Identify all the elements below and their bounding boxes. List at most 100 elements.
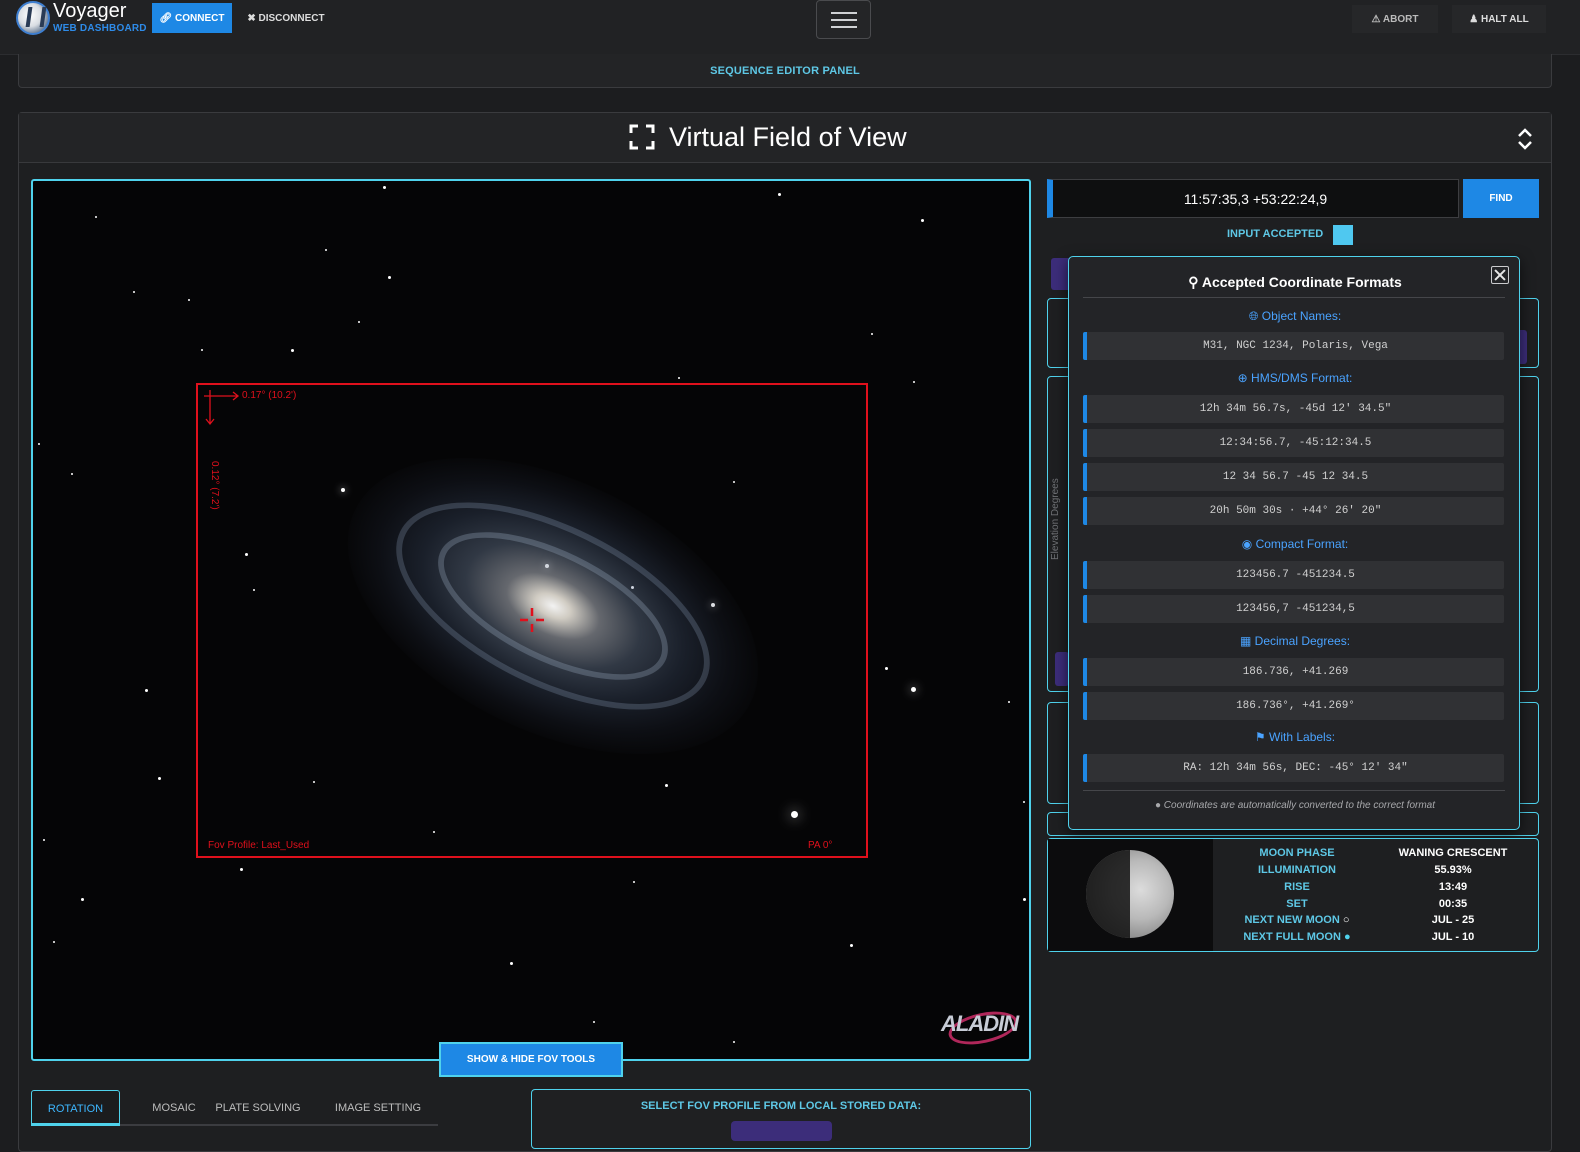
virtual-fov-header: Virtual Field of View — [19, 113, 1551, 163]
connect-button[interactable]: 🔗︎ CONNECT — [152, 3, 232, 33]
star — [358, 321, 360, 323]
fov-profile-label: Fov Profile: Last_Used — [208, 840, 310, 851]
star — [1023, 898, 1026, 901]
format-example: 12:34:56.7, -45:12:34.5 — [1083, 429, 1504, 457]
format-example: M31, NGC 1234, Polaris, Vega — [1083, 332, 1504, 360]
format-example: RA: 12h 34m 56s, DEC: -45° 12' 34" — [1083, 754, 1504, 782]
show-hide-fov-tools-button[interactable]: SHOW & HIDE FOV TOOLS — [439, 1042, 623, 1077]
format-example: 12h 34m 56.7s, -45d 12' 34.5" — [1083, 395, 1504, 423]
section-compact: ◉ Compact Format: — [1069, 537, 1521, 551]
link-icon: 🔗︎ — [159, 12, 173, 24]
divider — [1083, 790, 1505, 791]
set-value: 00:35 — [1438, 898, 1468, 910]
star — [43, 839, 45, 841]
popup-footer: ● Coordinates are automatically converte… — [1069, 800, 1521, 811]
hamburger-icon-bar — [831, 19, 857, 21]
sequence-editor-label: SEQUENCE EDITOR PANEL — [710, 65, 860, 77]
moon-phase-key: MOON PHASE — [1259, 847, 1335, 859]
next-new-moon-value: JUL - 25 — [1431, 914, 1475, 926]
illumination-value: 55.93% — [1434, 864, 1472, 876]
illumination-key: ILLUMINATION — [1257, 864, 1336, 876]
star — [678, 377, 680, 379]
star — [921, 219, 924, 222]
tags-icon: ⚑ — [1254, 730, 1266, 744]
star — [81, 898, 84, 901]
hamburger-icon-bar — [831, 26, 857, 28]
halt-label: HALT ALL — [1480, 13, 1529, 25]
halt-all-button[interactable]: ♟ HALT ALL — [1452, 5, 1546, 33]
star — [133, 291, 135, 293]
star — [145, 689, 148, 692]
star — [158, 777, 161, 780]
star — [240, 868, 243, 871]
find-button[interactable]: FIND — [1463, 179, 1539, 218]
tab-rotation[interactable]: ROTATION — [31, 1090, 120, 1126]
coordinate-formats-popup: ⚲ Accepted Coordinate Formats 🌐︎ Object … — [1068, 256, 1520, 830]
menu-toggle-button[interactable] — [816, 0, 871, 39]
chevron-up-down-icon[interactable] — [1515, 127, 1535, 151]
abort-button[interactable]: ⚠ ABORT — [1352, 5, 1438, 33]
moon-image — [1048, 839, 1213, 951]
section-with-labels: ⚑ With Labels: — [1069, 730, 1521, 744]
star — [593, 1021, 595, 1023]
star — [510, 962, 513, 965]
sequence-editor-panel[interactable]: SEQUENCE EDITOR PANEL — [18, 54, 1552, 88]
tab-image-setting[interactable]: IMAGE SETTING — [318, 1090, 438, 1126]
elevation-axis-label: Elevation Degrees — [1050, 478, 1061, 560]
next-full-moon-value: JUL - 10 — [1431, 931, 1475, 943]
star — [911, 687, 916, 692]
top-bar: Voyager WEB DASHBOARD 🔗︎ CONNECT ✖ DISCO… — [0, 0, 1580, 55]
next-full-moon-label: NEXT FULL MOON — [1243, 931, 1341, 943]
unlink-icon: ✖ — [247, 12, 256, 24]
sky-view[interactable]: 0.17° (10.2') 0.12° (7.2') Fov Profile: … — [31, 179, 1031, 1061]
person-icon: ♟ — [1469, 13, 1479, 25]
aladin-logo: ALADIN — [941, 1011, 1019, 1036]
coordinate-search-input[interactable] — [1047, 179, 1459, 218]
section-hms-dms: ⊕ HMS/DMS Format: — [1069, 371, 1521, 385]
star — [38, 443, 40, 445]
section-heading: With Labels: — [1269, 730, 1336, 744]
set-key: SET — [1286, 898, 1308, 910]
rise-key: RISE — [1284, 881, 1310, 893]
warning-icon: ⚠ — [1371, 13, 1381, 25]
rise-value: 13:49 — [1438, 881, 1468, 893]
expand-icon — [629, 124, 655, 150]
app-title: Voyager — [53, 0, 127, 22]
divider — [1083, 297, 1505, 298]
compass-icon: ◉ — [1241, 537, 1253, 551]
new-moon-icon: ○ — [1342, 914, 1350, 926]
star — [291, 349, 294, 352]
moon-phase-value: WANING CRESCENT — [1398, 847, 1508, 859]
star — [1008, 701, 1010, 703]
format-example: 186.736, +41.269 — [1083, 658, 1504, 686]
format-example: 12 34 56.7 -45 12 34.5 — [1083, 463, 1504, 491]
fov-profile-selector: SELECT FOV PROFILE FROM LOCAL STORED DAT… — [531, 1089, 1031, 1149]
hamburger-icon — [831, 12, 857, 14]
connect-label: CONNECT — [175, 12, 225, 24]
star — [913, 381, 915, 383]
popup-footer-text: Coordinates are automatically converted … — [1163, 800, 1436, 811]
fov-profile-button[interactable] — [731, 1121, 832, 1141]
star — [733, 1041, 735, 1043]
star — [885, 667, 888, 670]
star — [201, 349, 203, 351]
next-new-moon-key: NEXT NEW MOON ○ — [1226, 914, 1368, 926]
moon-icon — [1086, 850, 1174, 938]
full-moon-icon: ● — [1343, 931, 1351, 943]
voyager-logo — [16, 1, 50, 35]
popup-title-text: Accepted Coordinate Formats — [1201, 274, 1402, 290]
virtual-fov-title: Virtual Field of View — [669, 122, 907, 152]
star — [188, 299, 190, 301]
section-object-names: 🌐︎ Object Names: — [1069, 309, 1521, 324]
disconnect-button[interactable]: ✖ DISCONNECT — [240, 3, 332, 33]
fov-profile-select-label: SELECT FOV PROFILE FROM LOCAL STORED DAT… — [640, 1100, 922, 1112]
star — [850, 944, 853, 947]
star — [1023, 801, 1025, 803]
star — [388, 276, 391, 279]
globe-icon: 🌐︎ — [1248, 309, 1259, 323]
tab-plate-solving[interactable]: PLATE SOLVING — [198, 1090, 318, 1126]
input-status-indicator — [1333, 225, 1353, 245]
fov-height-label: 0.12° (7.2') — [209, 461, 220, 510]
star — [95, 216, 97, 218]
next-new-moon-label: NEXT NEW MOON — [1244, 914, 1340, 926]
